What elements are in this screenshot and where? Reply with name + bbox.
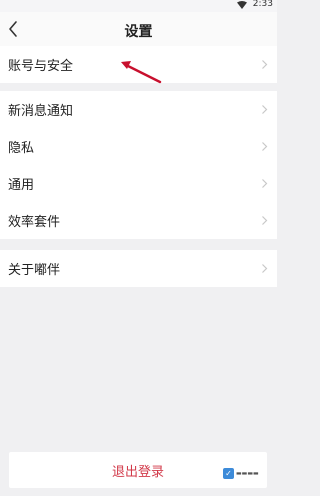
chevron-right-icon [262,264,268,273]
settings-row-about[interactable]: 关于嘟伴 [0,250,277,287]
wifi-icon [237,1,247,9]
chevron-right-icon [262,142,268,151]
row-label: 关于嘟伴 [8,263,61,278]
page-title: 设置 [124,24,153,40]
settings-group-about: 关于嘟伴 [0,250,277,287]
settings-group-main: 新消息通知 隐私 通用 效率套件 [0,91,277,239]
chevron-right-icon [262,179,268,188]
row-label: 效率套件 [8,215,61,230]
annotation-arrow [121,61,162,84]
row-label: 账号与安全 [8,59,74,74]
status-bar: 2:33 [0,0,277,12]
watermark-logo: ✓ [223,467,234,479]
settings-row-general[interactable]: 通用 [0,165,277,202]
status-time: 2:33 [252,0,273,9]
row-label: 隐私 [8,141,35,156]
settings-row-efficiency-suite[interactable]: 效率套件 [0,202,277,239]
chevron-right-icon [262,216,268,225]
row-label: 新消息通知 [8,104,74,119]
row-label: 通用 [8,178,35,193]
chevron-right-icon [262,60,268,69]
watermark: ✓ ▬▬▬▬ [223,466,273,480]
settings-row-privacy[interactable]: 隐私 [0,128,277,165]
settings-row-notifications[interactable]: 新消息通知 [0,91,277,128]
watermark-text: ▬▬▬▬ [236,469,259,477]
chevron-right-icon [262,105,268,114]
nav-bar: 设置 [0,12,277,46]
logout-label: 退出登录 [111,464,164,480]
